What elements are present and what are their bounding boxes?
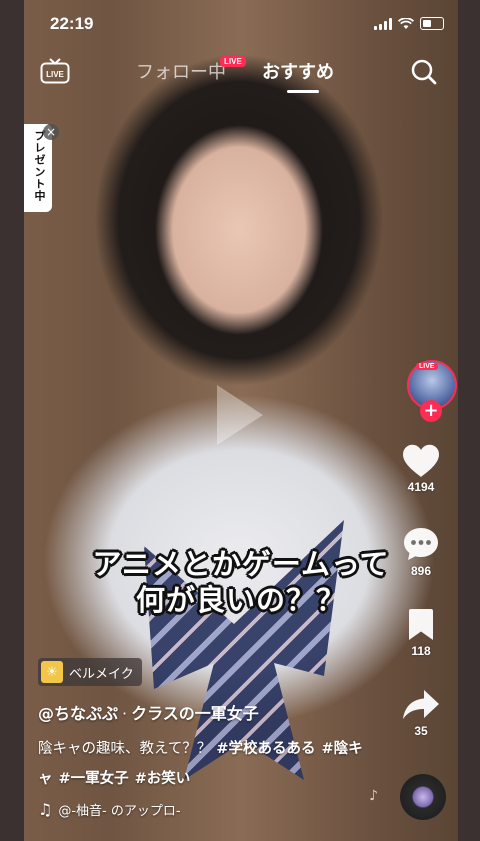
hashtag[interactable]: #一軍女子: [59, 771, 129, 787]
gift-promo-label: プレゼント中: [33, 130, 46, 202]
share-button[interactable]: 35: [384, 688, 458, 738]
caption-line-2: 何が良いの？？: [135, 583, 346, 617]
tab-for-you[interactable]: おすすめ: [262, 58, 334, 84]
post-author: @ちなぷぷ · クラスの一軍女子: [38, 700, 259, 724]
music-info[interactable]: ♫ @-柚音- のアップロ-: [38, 800, 181, 819]
top-navigation: LIVE フォロー中 LIVE おすすめ: [24, 52, 458, 100]
heart-icon: [403, 444, 439, 477]
search-icon[interactable]: [410, 58, 438, 86]
share-icon: [403, 690, 439, 719]
battery-icon: [420, 17, 444, 30]
effect-anchor-chip[interactable]: ☀ ベルメイク: [38, 658, 142, 686]
username[interactable]: @ちなぷぷ: [38, 704, 118, 723]
live-tv-icon[interactable]: LIVE: [40, 58, 70, 84]
hashtag[interactable]: #学校あるある: [216, 741, 315, 757]
description-text: 陰キャの趣味、教えて？？: [38, 741, 212, 757]
username-separator: ·: [122, 704, 128, 723]
live-badge: LIVE: [220, 56, 246, 67]
user-tagline: クラスの一軍女子: [131, 704, 259, 723]
status-icons: [374, 17, 444, 30]
music-note-icon: ♫: [38, 800, 53, 819]
video-feed-screen[interactable]: 22:19 LIVE フォロー中 LIVE おすすめ プレゼント中 × LIVE…: [24, 0, 458, 841]
caption-line-1: アニメとかゲームって: [92, 547, 390, 581]
music-title: @-柚音- のアップロ-: [58, 804, 181, 819]
floating-note-icon: ♪: [369, 788, 378, 804]
live-tv-label: LIVE: [46, 70, 64, 79]
close-icon[interactable]: ×: [43, 124, 59, 140]
play-icon[interactable]: [217, 385, 263, 445]
follow-button[interactable]: +: [420, 400, 442, 422]
signal-icon: [374, 17, 392, 30]
status-time: 22:19: [50, 14, 94, 33]
post-description: 陰キャの趣味、教えて？？ #学校あるある #陰キャ #一軍女子 #お笑い: [38, 734, 378, 794]
wifi-icon: [398, 17, 414, 29]
like-button[interactable]: 4194: [384, 444, 458, 494]
effect-anchor-label: ベルメイク: [69, 666, 134, 682]
share-count: 35: [414, 724, 428, 738]
hashtag[interactable]: #お笑い: [135, 771, 191, 787]
music-disc-icon[interactable]: [400, 774, 446, 820]
avatar-live-badge: LIVE: [416, 363, 438, 370]
status-bar: 22:19: [24, 0, 458, 50]
video-caption-overlay: アニメとかゲームって 何が良いの？？: [24, 546, 458, 618]
tab-following[interactable]: フォロー中: [136, 58, 226, 84]
active-tab-indicator: [287, 90, 319, 93]
like-count: 4194: [407, 480, 435, 494]
sun-icon: ☀: [41, 661, 63, 683]
bookmark-count: 118: [411, 644, 431, 658]
